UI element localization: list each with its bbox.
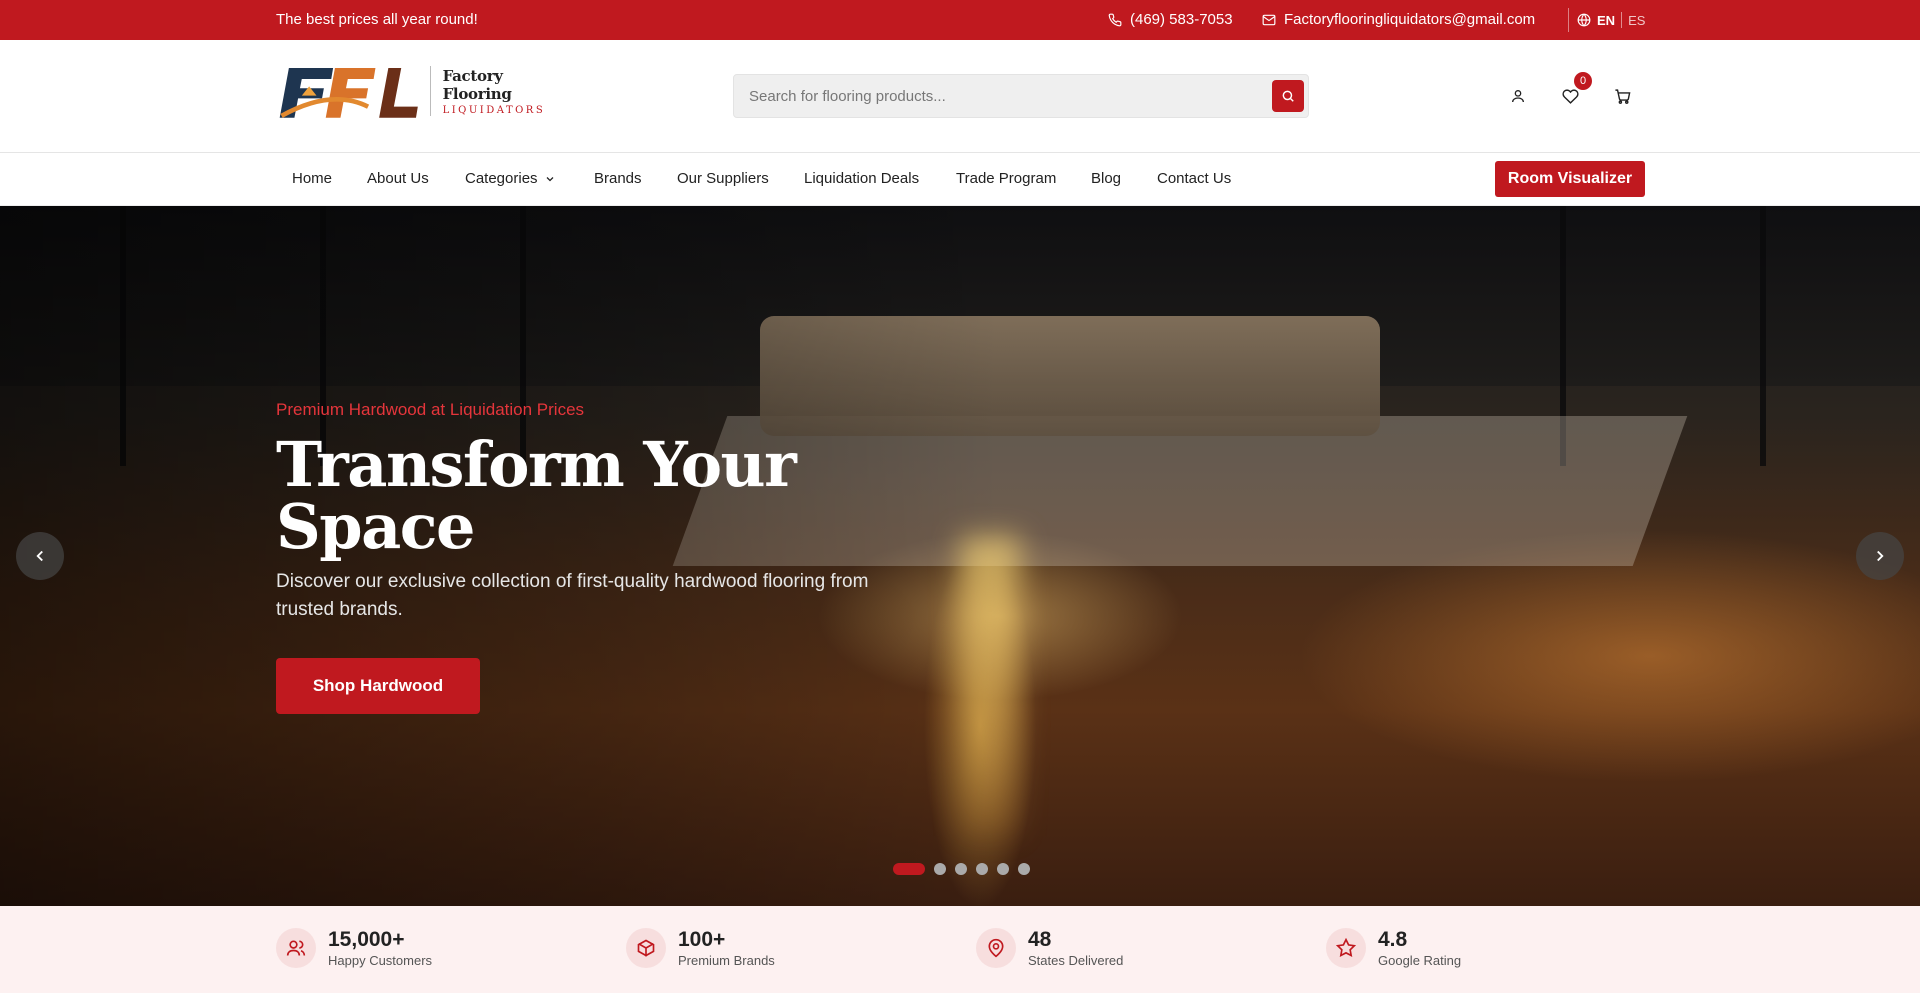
stat-text: 4.8 Google Rating (1378, 928, 1461, 968)
star-icon (1336, 938, 1356, 958)
room-visualizer-button[interactable]: Room Visualizer (1495, 161, 1645, 197)
lang-divider (1621, 12, 1623, 28)
slider-dot[interactable] (1018, 863, 1030, 875)
stat-label: States Delivered (1028, 953, 1124, 968)
hero-title: Transform Your Space (276, 434, 836, 558)
nav-contact-us[interactable]: Contact Us (1157, 170, 1231, 187)
slider-dots (893, 863, 1030, 875)
stat-text: 48 States Delivered (1028, 928, 1123, 968)
stat-number: 100+ (678, 928, 726, 951)
stat-icon-wrap (276, 928, 316, 968)
slider-dot[interactable] (893, 863, 925, 875)
email-link[interactable]: Factoryflooringliquidators@gmail.com (1262, 11, 1535, 28)
ffl-logo-mark (279, 67, 418, 118)
nav-liquidation-deals[interactable]: Liquidation Deals (804, 170, 919, 187)
nav-about-us[interactable]: About Us (367, 170, 429, 187)
hero-bg-window (1760, 206, 1766, 466)
nav-categories-label: Categories (465, 170, 538, 187)
nav-blog[interactable]: Blog (1091, 170, 1121, 187)
nav-brands[interactable]: Brands (594, 170, 642, 187)
globe-icon (1577, 13, 1591, 27)
stat-number: 15,000+ (328, 928, 405, 951)
chevron-down-icon (546, 176, 553, 181)
stat-label: Happy Customers (328, 953, 433, 968)
hero-slider: Premium Hardwood at Liquidation Prices T… (0, 206, 1920, 906)
wishlist-button[interactable] (1560, 86, 1580, 106)
cart-icon (1614, 88, 1630, 104)
stat-states: 48 States Delivered (976, 928, 1123, 968)
stat-text: 100+ Premium Brands (678, 928, 775, 968)
phone-link[interactable]: (469) 583-7053 (1108, 11, 1233, 28)
account-button[interactable] (1508, 86, 1528, 106)
search-icon (1282, 90, 1294, 102)
heart-icon (1561, 88, 1579, 104)
slider-next-button[interactable] (1856, 532, 1904, 580)
slider-prev-button[interactable] (16, 532, 64, 580)
stat-icon-wrap (976, 928, 1016, 968)
stat-icon-wrap (1326, 928, 1366, 968)
search-bar (733, 74, 1309, 118)
map-pin-icon (988, 938, 1004, 958)
slider-dot[interactable] (934, 863, 946, 875)
users-icon (286, 940, 306, 956)
chevron-left-icon (36, 550, 43, 562)
nav-home[interactable]: Home (292, 170, 332, 187)
cart-button[interactable] (1612, 86, 1632, 106)
language-switcher: EN ES (1568, 8, 1645, 32)
brand-text: Factory Flooring LIQUIDATORS (443, 67, 566, 116)
phone-icon (1108, 13, 1122, 26)
brand-name: Factory Flooring (442, 66, 512, 103)
hero-description: Discover our exclusive collection of fir… (276, 571, 869, 620)
nav-categories[interactable]: Categories (465, 170, 556, 187)
main-nav: Home About Us Categories Brands Our Supp… (0, 153, 1920, 206)
chevron-right-icon (1877, 550, 1884, 562)
slider-dot[interactable] (976, 863, 988, 875)
user-icon (1512, 90, 1524, 103)
hero-title-line2: Space (276, 490, 476, 563)
stat-number: 48 (1028, 928, 1052, 951)
slider-dot[interactable] (955, 863, 967, 875)
logo-divider (429, 66, 431, 116)
top-bar: The best prices all year round! (469) 58… (0, 0, 1920, 40)
wishlist-count-badge: 0 (1574, 72, 1592, 90)
stat-label: Premium Brands (678, 953, 775, 968)
stats-bar: 15,000+ Happy Customers 100+ Premium Bra… (0, 906, 1920, 993)
stat-icon-wrap (626, 928, 666, 968)
phone-text: (469) 583-7053 (1130, 11, 1233, 28)
stat-text: 15,000+ Happy Customers (328, 928, 432, 968)
lang-es[interactable]: ES (1628, 13, 1645, 28)
promo-text: The best prices all year round! (276, 11, 478, 28)
stat-rating: 4.8 Google Rating (1326, 928, 1461, 968)
stat-number: 4.8 (1378, 928, 1408, 951)
hero-eyebrow: Premium Hardwood at Liquidation Prices (276, 400, 585, 419)
site-logo[interactable]: Factory Flooring LIQUIDATORS (276, 58, 566, 124)
nav-our-suppliers[interactable]: Our Suppliers (677, 170, 769, 187)
email-text: Factoryflooringliquidators@gmail.com (1284, 11, 1536, 28)
lang-en[interactable]: EN (1597, 13, 1615, 28)
header: Factory Flooring LIQUIDATORS 0 (0, 40, 1920, 153)
brand-tagline: LIQUIDATORS (442, 104, 546, 116)
stat-brands: 100+ Premium Brands (626, 928, 775, 968)
stat-customers: 15,000+ Happy Customers (276, 928, 432, 968)
stat-label: Google Rating (1378, 953, 1462, 968)
slider-dot[interactable] (997, 863, 1009, 875)
shop-hardwood-button[interactable]: Shop Hardwood (276, 658, 480, 714)
box-icon (637, 939, 655, 957)
nav-trade-program[interactable]: Trade Program (956, 170, 1056, 187)
search-button[interactable] (1272, 80, 1304, 112)
search-input[interactable] (734, 75, 1234, 117)
mail-icon (1262, 14, 1276, 25)
